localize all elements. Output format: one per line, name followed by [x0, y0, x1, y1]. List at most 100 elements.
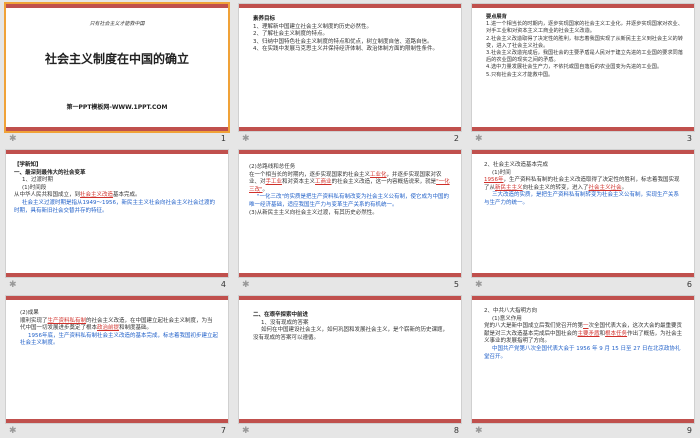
slide-note: "一化三改"的实质是把生产资料私有制改变为社会主义公有制，使它成为中国的唯一经济… — [249, 194, 450, 208]
slide-top-bar — [239, 4, 461, 8]
slide-fill-blank: 社会主义改造 — [80, 192, 114, 199]
star-icon: ✱ — [9, 426, 17, 436]
slide-7-canvas[interactable]: (2)成果 顺利实现了生产资料私有制的社会主义改造，在中国建立起社会主义制度，为… — [6, 296, 228, 423]
slide-number: 2 — [453, 134, 459, 143]
slide-fill-blank: 手工业 — [265, 179, 283, 186]
slide-number: 3 — [686, 134, 692, 143]
slide-fill-blank: 工业化 — [370, 171, 387, 178]
slide-section-heading: 2、中共八大指明方向 — [484, 308, 537, 314]
slide-fill-blank: 主要矛盾 — [577, 330, 600, 337]
slide-note: 1956年底，生产资料私有制社会主义改造的基本完成，标志着我国初步建立起社会主义… — [20, 332, 218, 347]
slide-number: 5 — [453, 280, 459, 289]
slide-text-line: 5.只有社会主义才能救中国。 — [486, 71, 554, 78]
slide-top-bar — [472, 296, 694, 300]
slide-number: 8 — [453, 426, 459, 435]
slide-fill-blank: 社会主义社会 — [588, 184, 622, 191]
slide-text-line: 和对资本主义 — [282, 179, 316, 186]
slide-body: (2)成果 顺利实现了生产资料私有制的社会主义改造，在中国建立起社会主义制度，为… — [20, 310, 218, 348]
star-icon: ✱ — [242, 280, 250, 290]
slide-6-canvas[interactable]: 2、社会主义改造基本完成 (1)时间 1956年，生产资料私有制的社会主义改造取… — [472, 150, 694, 277]
slide-top-bar — [6, 296, 228, 300]
slide-text-line: 3.社会主义改造完成后，我国社会的主要矛盾是人民对于建立先进的工业国的要求同落后… — [486, 50, 683, 64]
slide-thumbnail-4[interactable]: 【学新知】 一、最深刻最伟大的社会变革 1、过渡时期 (1)时间段 从中华人民共… — [6, 150, 228, 294]
slide-subtitle: 第一PPT模板网-WWW.1PPT.COM — [66, 104, 168, 111]
slide-footer: ✱ 1 — [6, 131, 228, 148]
star-icon: ✱ — [9, 280, 17, 290]
slide-top-bar — [472, 4, 694, 8]
slide-text-line: 基本完成。 — [113, 192, 141, 199]
slide-note: 社会主义过渡时期是指从1949～1956，新民主主义社会向社会主义社会过渡的时期… — [14, 199, 215, 214]
slide-note: 三大改造的实质，是把生产资料私有制转变为社会主义公有制，实现生产关系与生产力的统… — [484, 192, 680, 206]
slide-body: 二、在艰辛探索中前进 1、没有现成的答案 如何在中国建设社会主义，如何巩固和发展… — [253, 312, 451, 342]
slide-fill-blank: 新民主主义 — [495, 184, 523, 191]
slide-top-bar — [6, 4, 228, 8]
slide-3-canvas[interactable]: 要点展背 1.进一个相当长的时期内，逐步实现国家的社会主义工业化，并逐步实现国家… — [472, 4, 694, 131]
slide-text-line: (2)总路线和总任务 — [249, 164, 296, 170]
slide-top-bar — [472, 150, 694, 154]
slide-section-heading: 2、社会主义改造基本完成 — [484, 162, 549, 168]
slide-text-line: 1、过渡时期 — [22, 177, 53, 184]
slide-fill-blank: 政治前提 — [97, 325, 120, 332]
slide-number: 4 — [220, 280, 226, 289]
slide-footer: ✱ 6 — [472, 277, 694, 294]
slide-text-line: 如何在中国建设社会主义，如何巩固和发展社会主义，是个崭新的历史课题，没有现成的答… — [253, 327, 449, 341]
slide-body: 2、社会主义改造基本完成 (1)时间 1956年，生产资料私有制的社会主义改造取… — [484, 162, 684, 208]
slide-thumbnail-2[interactable]: 素养目标 1、理解新中国建立社会主义制度的历史必然性。 2、了解社会主义制度的特… — [239, 4, 461, 148]
slide-2-canvas[interactable]: 素养目标 1、理解新中国建立社会主义制度的历史必然性。 2、了解社会主义制度的特… — [239, 4, 461, 131]
slide-number: 9 — [686, 426, 692, 435]
slide-text-line: 。 — [621, 184, 628, 191]
slide-text-line: 向社会主义的转变，进入了 — [522, 184, 589, 191]
slide-number: 7 — [220, 426, 226, 435]
slide-text-line: 4.选中力量发展社会生产力，不依托或国自落后的农业国变为先进的工业国。 — [486, 64, 663, 71]
slide-note: 中国共产党第八次全国代表大会于 1956 年 9 月 15 日至 27 日在北京… — [484, 345, 681, 360]
slide-tag: 【学新知】 — [14, 162, 42, 168]
slide-text-line: 的社会主义改造，这一内容概括说来，就是 — [331, 179, 437, 186]
slide-fill-blank: 1956年 — [484, 177, 504, 184]
slide-tagline: 只有社会主义才能救中国 — [89, 21, 145, 27]
slide-thumbnail-6[interactable]: 2、社会主义改造基本完成 (1)时间 1956年，生产资料私有制的社会主义改造取… — [472, 150, 694, 294]
slide-9-canvas[interactable]: 2、中共八大指明方向 (1)意义作用 党的八大是新中国成立后我们党召开的第一次全… — [472, 296, 694, 423]
slide-main-title: 社会主义制度在中国的确立 — [44, 52, 189, 66]
slide-body: 【学新知】 一、最深刻最伟大的社会变革 1、过渡时期 (1)时间段 从中华人民共… — [14, 162, 218, 215]
slide-thumbnail-7[interactable]: (2)成果 顺利实现了生产资料私有制的社会主义改造，在中国建立起社会主义制度，为… — [6, 296, 228, 438]
slide-footer: ✱ 9 — [472, 423, 694, 438]
slide-text-line: 1.进一个相当长的时期内，逐步实现国家的社会主义工业化，并逐步实现国家对农业、对… — [486, 21, 683, 35]
slide-thumbnail-9[interactable]: 2、中共八大指明方向 (1)意义作用 党的八大是新中国成立后我们党召开的第一次全… — [472, 296, 694, 438]
slide-body: 2、中共八大指明方向 (1)意义作用 党的八大是新中国成立后我们党召开的第一次全… — [484, 308, 684, 361]
slide-heading: 素养目标 — [253, 16, 276, 22]
slide-text-line: 。 — [262, 186, 269, 193]
slide-text-line: (3)从新民主主义向社会主义过渡，有其历史必然性。 — [249, 209, 378, 216]
slide-thumbnail-5[interactable]: (2)总路线和总任务 在一个相当长的时期内，逐步实现国家的社会主义工业化，并逐步… — [239, 150, 461, 294]
slide-text-line: 顺利实现了 — [20, 317, 48, 324]
slide-fill-blank: 根本任务 — [605, 330, 628, 337]
slide-body: 要点展背 1.进一个相当长的时期内，逐步实现国家的社会主义工业化，并逐步实现国家… — [486, 14, 684, 79]
slide-thumbnail-1[interactable]: 只有社会主义才能救中国 社会主义制度在中国的确立 第一PPT模板网-WWW.1P… — [6, 4, 228, 148]
slide-section-heading: 二、在艰辛探索中前进 — [253, 312, 309, 318]
slide-fill-blank: 工商业 — [315, 179, 332, 186]
slide-footer: ✱ 4 — [6, 277, 228, 294]
slide-sorter-grid: 只有社会主义才能救中国 社会主义制度在中国的确立 第一PPT模板网-WWW.1P… — [0, 0, 700, 438]
slide-text-line: 党的八大是新中国成立后我们党召开的第 — [484, 323, 584, 330]
slide-thumbnail-3[interactable]: 要点展背 1.进一个相当长的时期内，逐步实现国家的社会主义工业化，并逐步实现国家… — [472, 4, 694, 148]
slide-footer: ✱ 2 — [239, 131, 461, 148]
slide-8-canvas[interactable]: 二、在艰辛探索中前进 1、没有现成的答案 如何在中国建设社会主义，如何巩固和发展… — [239, 296, 461, 423]
slide-text-line: 在一个相当长的时期内，逐步实现国家的社会主义 — [249, 171, 371, 178]
slide-text-line: 2.社会主义改造取得了决定性的胜利，标志着我国实现了从新民主主义到社会主义的转变… — [486, 35, 683, 49]
slide-body: 素养目标 1、理解新中国建立社会主义制度的历史必然性。 2、了解社会主义制度的特… — [253, 16, 451, 54]
star-icon: ✱ — [242, 426, 250, 436]
slide-thumbnail-8[interactable]: 二、在艰辛探索中前进 1、没有现成的答案 如何在中国建设社会主义，如何巩固和发展… — [239, 296, 461, 438]
slide-4-canvas[interactable]: 【学新知】 一、最深刻最伟大的社会变革 1、过渡时期 (1)时间段 从中华人民共… — [6, 150, 228, 277]
slide-footer: ✱ 8 — [239, 423, 461, 438]
slide-number: 1 — [220, 134, 226, 143]
slide-text-line: 和制度基础。 — [119, 325, 153, 332]
slide-footer: ✱ 3 — [472, 131, 694, 148]
slide-top-bar — [6, 150, 228, 154]
slide-number: 6 — [686, 280, 692, 289]
slide-section-heading: (2)成果 — [20, 310, 39, 316]
slide-5-canvas[interactable]: (2)总路线和总任务 在一个相当长的时期内，逐步实现国家的社会主义工业化，并逐步… — [239, 150, 461, 277]
slide-top-bar — [239, 150, 461, 154]
slide-text-line: 4、在实践中发展马克思主义并保持经济体制、政治体制方面的限制性条件。 — [253, 46, 439, 53]
slide-1-canvas[interactable]: 只有社会主义才能救中国 社会主义制度在中国的确立 第一PPT模板网-WWW.1P… — [6, 4, 228, 131]
star-icon: ✱ — [242, 134, 250, 144]
slide-footer: ✱ 5 — [239, 277, 461, 294]
